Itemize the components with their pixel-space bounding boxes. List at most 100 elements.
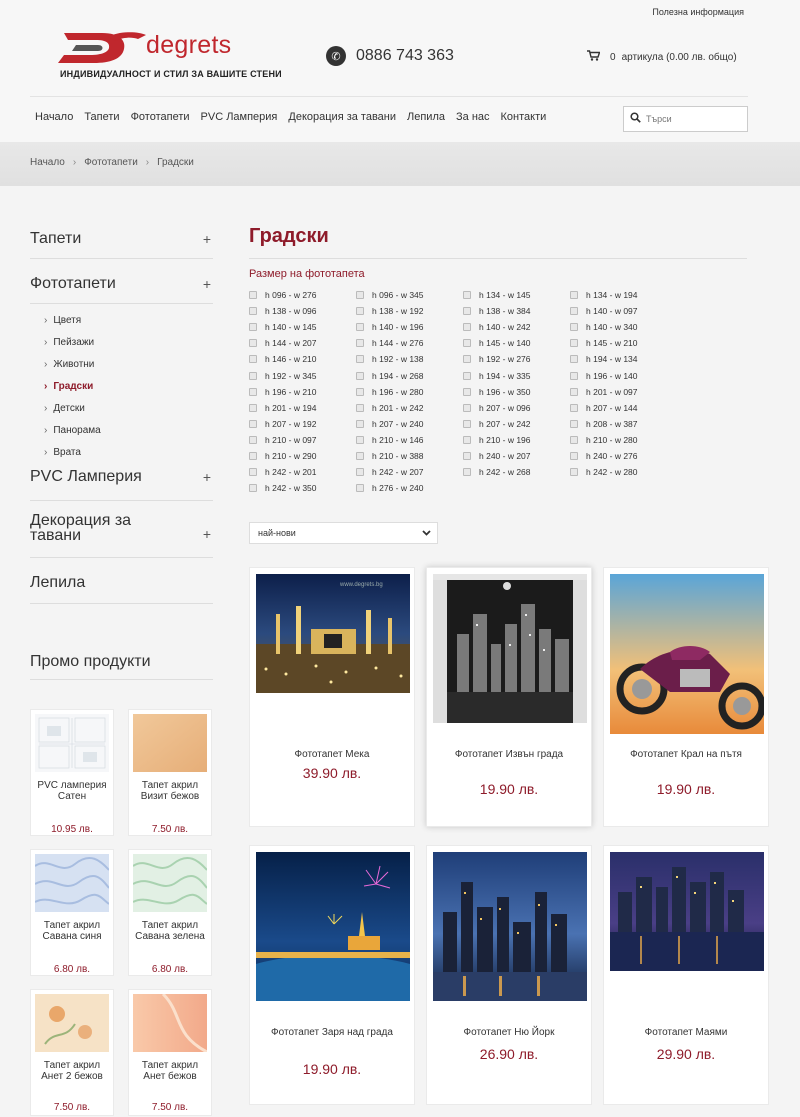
- product-image[interactable]: [610, 574, 764, 734]
- checkbox[interactable]: [463, 323, 471, 332]
- size-filter-option[interactable]: h 144 - w 207: [249, 338, 317, 348]
- search-input[interactable]: [646, 114, 744, 124]
- size-filter-option[interactable]: h 196 - w 140: [570, 371, 638, 381]
- size-filter-option[interactable]: h 240 - w 276: [570, 451, 638, 461]
- size-filter-option[interactable]: h 192 - w 276: [463, 354, 531, 364]
- product-name[interactable]: Фототапет Маями: [612, 1026, 760, 1040]
- checkbox[interactable]: [249, 468, 257, 477]
- checkbox[interactable]: [249, 291, 257, 299]
- checkbox[interactable]: [249, 355, 257, 364]
- subcategory-panorama[interactable]: › Панорама: [44, 420, 213, 442]
- size-filter-option[interactable]: h 210 - w 280: [570, 435, 638, 445]
- site-logo[interactable]: degrets ИНДИВИДУАЛНОСТ И СТИЛ ЗА ВАШИТЕ …: [58, 27, 282, 83]
- product-name[interactable]: Фототапет Извън града: [435, 748, 583, 762]
- size-filter-option[interactable]: h 096 - w 276: [249, 290, 317, 300]
- size-filter-option[interactable]: h 207 - w 192: [249, 419, 317, 429]
- promo-product-card[interactable]: Тапет акрил Анет 2 бежов 7.50 лв.: [30, 989, 114, 1116]
- nav-item-about[interactable]: За нас: [456, 111, 490, 123]
- product-name[interactable]: Фототапет Крал на пътя: [612, 748, 760, 762]
- product-image[interactable]: [433, 574, 587, 723]
- checkbox[interactable]: [463, 339, 471, 348]
- nav-item-ceiling-decor[interactable]: Декорация за тавани: [288, 111, 396, 123]
- size-filter-option[interactable]: h 242 - w 350: [249, 483, 317, 493]
- nav-item-wallpapers[interactable]: Тапети: [84, 111, 119, 123]
- size-filter-option[interactable]: h 242 - w 207: [356, 467, 424, 477]
- checkbox[interactable]: [356, 452, 364, 460]
- size-filter-option[interactable]: h 138 - w 096: [249, 306, 317, 316]
- product-card[interactable]: Фототапет Заря над града 19.90 лв.: [249, 845, 415, 1105]
- checkbox[interactable]: [249, 339, 257, 348]
- size-filter-option[interactable]: h 140 - w 196: [356, 322, 424, 332]
- subcategory-kids[interactable]: › Детски: [44, 398, 213, 420]
- sidebar-category-adhesives[interactable]: Лепила: [30, 558, 213, 604]
- size-filter-option[interactable]: h 207 - w 144: [570, 403, 638, 413]
- size-filter-option[interactable]: h 207 - w 242: [463, 419, 531, 429]
- expand-plus-icon[interactable]: +: [203, 526, 211, 542]
- size-filter-option[interactable]: h 210 - w 196: [463, 435, 531, 445]
- size-filter-option[interactable]: h 134 - w 145: [463, 290, 531, 300]
- checkbox[interactable]: [249, 323, 257, 332]
- subcategory-animals[interactable]: › Животни: [44, 354, 213, 376]
- size-filter-option[interactable]: h 210 - w 290: [249, 451, 317, 461]
- checkbox[interactable]: [570, 371, 578, 380]
- sort-select[interactable]: най-нови: [249, 522, 438, 544]
- checkbox[interactable]: [356, 403, 364, 412]
- size-filter-option[interactable]: h 096 - w 345: [356, 290, 424, 300]
- checkbox[interactable]: [463, 387, 471, 396]
- checkbox[interactable]: [249, 419, 257, 428]
- size-filter-option[interactable]: h 138 - w 192: [356, 306, 424, 316]
- size-filter-option[interactable]: h 208 - w 387: [570, 419, 638, 429]
- size-filter-option[interactable]: h 144 - w 276: [356, 338, 424, 348]
- checkbox[interactable]: [356, 435, 364, 444]
- checkbox[interactable]: [463, 419, 471, 428]
- checkbox[interactable]: [463, 468, 471, 477]
- breadcrumb-home[interactable]: Начало: [30, 157, 65, 168]
- phone-contact[interactable]: ✆ 0886 743 363: [326, 46, 454, 66]
- checkbox[interactable]: [463, 403, 471, 412]
- size-filter-option[interactable]: h 210 - w 388: [356, 451, 424, 461]
- checkbox[interactable]: [356, 371, 364, 380]
- promo-product-card[interactable]: PVC ламперия Сатен 10.95 лв.: [30, 709, 114, 836]
- checkbox[interactable]: [249, 403, 257, 412]
- checkbox[interactable]: [570, 355, 578, 364]
- expand-plus-icon[interactable]: +: [203, 231, 211, 247]
- size-filter-option[interactable]: h 194 - w 134: [570, 354, 638, 364]
- nav-item-adhesives[interactable]: Лепила: [407, 111, 445, 123]
- expand-plus-icon[interactable]: +: [203, 276, 211, 292]
- size-filter-option[interactable]: h 140 - w 242: [463, 322, 531, 332]
- checkbox[interactable]: [570, 387, 578, 396]
- checkbox[interactable]: [463, 435, 471, 444]
- checkbox[interactable]: [249, 484, 257, 493]
- checkbox[interactable]: [570, 468, 578, 477]
- size-filter-option[interactable]: h 145 - w 140: [463, 338, 531, 348]
- checkbox[interactable]: [356, 291, 364, 299]
- checkbox[interactable]: [570, 339, 578, 348]
- size-filter-option[interactable]: h 138 - w 384: [463, 306, 531, 316]
- search-icon[interactable]: [624, 112, 646, 126]
- size-filter-option[interactable]: h 140 - w 097: [570, 306, 638, 316]
- checkbox[interactable]: [570, 403, 578, 412]
- product-card[interactable]: Фототапет Крал на пътя 19.90 лв.: [603, 567, 769, 827]
- checkbox[interactable]: [570, 307, 578, 316]
- subcategory-flowers[interactable]: › Цветя: [44, 310, 213, 332]
- cart-summary[interactable]: 0 артикула (0.00 лв. общо): [587, 50, 737, 64]
- size-filter-option[interactable]: h 242 - w 280: [570, 467, 638, 477]
- size-filter-option[interactable]: h 134 - w 194: [570, 290, 638, 300]
- nav-item-home[interactable]: Начало: [35, 111, 73, 123]
- checkbox[interactable]: [356, 307, 364, 316]
- checkbox[interactable]: [463, 371, 471, 380]
- size-filter-option[interactable]: h 207 - w 240: [356, 419, 424, 429]
- checkbox[interactable]: [570, 323, 578, 332]
- checkbox[interactable]: [570, 291, 578, 299]
- size-filter-option[interactable]: h 242 - w 268: [463, 467, 531, 477]
- product-card[interactable]: www.degrets.bg Фототапет Мека 39.90 лв.: [249, 567, 415, 827]
- checkbox[interactable]: [463, 355, 471, 364]
- checkbox[interactable]: [463, 307, 471, 316]
- sidebar-category-wallpapers[interactable]: Тапети +: [30, 222, 213, 259]
- product-image[interactable]: www.degrets.bg: [256, 574, 410, 693]
- promo-product-card[interactable]: Тапет акрил Савана синя 6.80 лв.: [30, 849, 114, 976]
- useful-info-link[interactable]: Полезна информация: [652, 7, 744, 17]
- sidebar-category-ceiling-decor[interactable]: Декорация за тавани +: [30, 501, 213, 558]
- checkbox[interactable]: [249, 387, 257, 396]
- product-name[interactable]: Фототапет Ню Йорк: [435, 1026, 583, 1040]
